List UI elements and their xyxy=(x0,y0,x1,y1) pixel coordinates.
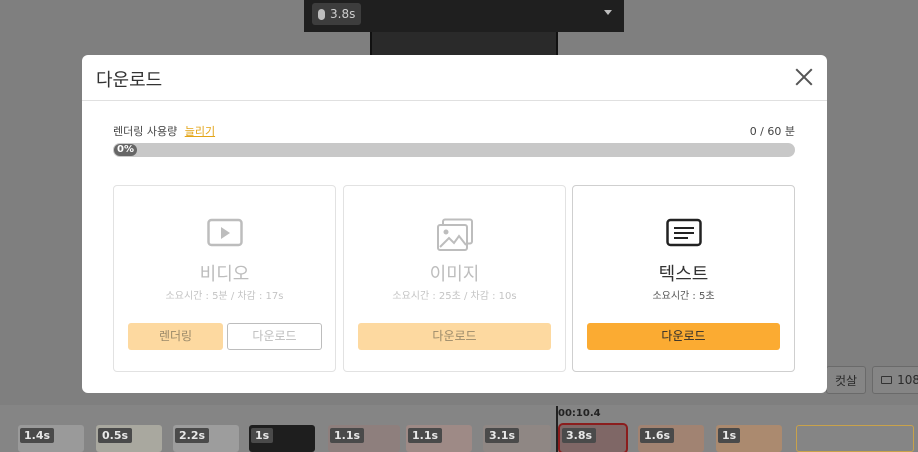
text-card-subtitle: 소요시간 : 5초 xyxy=(652,291,715,302)
increase-usage-link[interactable]: 늘리기 xyxy=(185,125,215,138)
clip-duration: 3.1s xyxy=(485,428,520,443)
close-icon[interactable] xyxy=(795,68,813,86)
timeline-clip[interactable]: 0.5s xyxy=(96,425,162,452)
playhead-time: 00:10.4 xyxy=(558,408,601,419)
timeline-clip[interactable]: 1.6s xyxy=(638,425,704,452)
clip-duration: 1s xyxy=(251,428,274,443)
image-card-subtitle: 소요시간 : 25초 / 차감 : 10s xyxy=(392,291,517,302)
timeline-clip[interactable]: 1.1s xyxy=(406,425,472,452)
preview-toolbar: 3.8s xyxy=(304,0,624,32)
clip-duration: 1.6s xyxy=(640,428,675,443)
render-usage-count: 0 / 60 분 xyxy=(749,125,795,138)
voice-duration-text: 3.8s xyxy=(330,7,356,21)
resolution-label: 1080 xyxy=(897,373,918,387)
clip-duration: 1s xyxy=(718,428,741,443)
subtitle-tool-label: 컷살 xyxy=(835,373,858,388)
clip-duration: 3.8s xyxy=(562,428,597,443)
timeline-clip[interactable]: 3.8s xyxy=(558,423,628,452)
timeline-clip[interactable]: 2.2s xyxy=(173,425,239,452)
canvas-tools: 컷살 1080 xyxy=(826,366,918,394)
clip-duration: 1.1s xyxy=(330,428,365,443)
clip-duration: 2.2s xyxy=(175,428,210,443)
image-icon xyxy=(436,218,473,251)
timeline-add-slot[interactable] xyxy=(796,425,914,452)
render-button[interactable]: 렌더링 xyxy=(128,323,223,350)
timeline-clip[interactable]: 1s xyxy=(716,425,782,452)
image-download-button[interactable]: 다운로드 xyxy=(358,323,551,350)
voice-duration-chip[interactable]: 3.8s xyxy=(312,3,362,25)
monitor-icon xyxy=(881,376,893,384)
download-modal: 다운로드 렌더링 사용량 늘리기 0 / 60 분 0% 비디오 소요시간 : … xyxy=(82,55,827,393)
resolution-button[interactable]: 1080 xyxy=(872,366,918,394)
timeline-clip[interactable]: 1.4s xyxy=(18,425,84,452)
render-usage-row: 렌더링 사용량 늘리기 0 / 60 분 xyxy=(113,123,795,139)
text-card: 텍스트 소요시간 : 5초 다운로드 xyxy=(572,185,795,372)
video-card-subtitle: 소요시간 : 5분 / 차감 : 17s xyxy=(165,291,284,302)
video-card-title: 비디오 xyxy=(199,264,250,285)
text-download-button[interactable]: 다운로드 xyxy=(587,323,780,350)
play-icon xyxy=(206,218,243,247)
video-card: 비디오 소요시간 : 5분 / 차감 : 17s 렌더링 다운로드 xyxy=(113,185,336,372)
subtitle-tool-button[interactable]: 컷살 xyxy=(826,366,867,394)
video-download-button[interactable]: 다운로드 xyxy=(227,323,322,350)
modal-header: 다운로드 xyxy=(82,55,827,101)
timeline-clip[interactable]: 1.1s xyxy=(328,425,400,452)
render-usage-progress: 0% xyxy=(113,143,795,157)
clip-duration: 1.1s xyxy=(408,428,443,443)
timeline-clip[interactable]: 1s xyxy=(249,425,315,452)
render-usage-label: 렌더링 사용량 xyxy=(113,125,178,138)
image-card-title: 이미지 xyxy=(429,264,480,285)
phone-status-bar xyxy=(372,32,556,36)
microphone-icon xyxy=(318,8,325,20)
image-card: 이미지 소요시간 : 25초 / 차감 : 10s 다운로드 xyxy=(343,185,566,372)
phone-preview xyxy=(370,32,558,56)
clip-duration: 1.4s xyxy=(20,428,55,443)
clip-duration: 0.5s xyxy=(98,428,133,443)
chevron-down-icon[interactable] xyxy=(604,10,612,15)
text-card-title: 텍스트 xyxy=(658,264,709,285)
progress-percent: 0% xyxy=(114,144,137,156)
timeline-clip[interactable]: 3.1s xyxy=(483,425,551,452)
text-document-icon xyxy=(665,218,702,247)
modal-title: 다운로드 xyxy=(96,70,163,91)
